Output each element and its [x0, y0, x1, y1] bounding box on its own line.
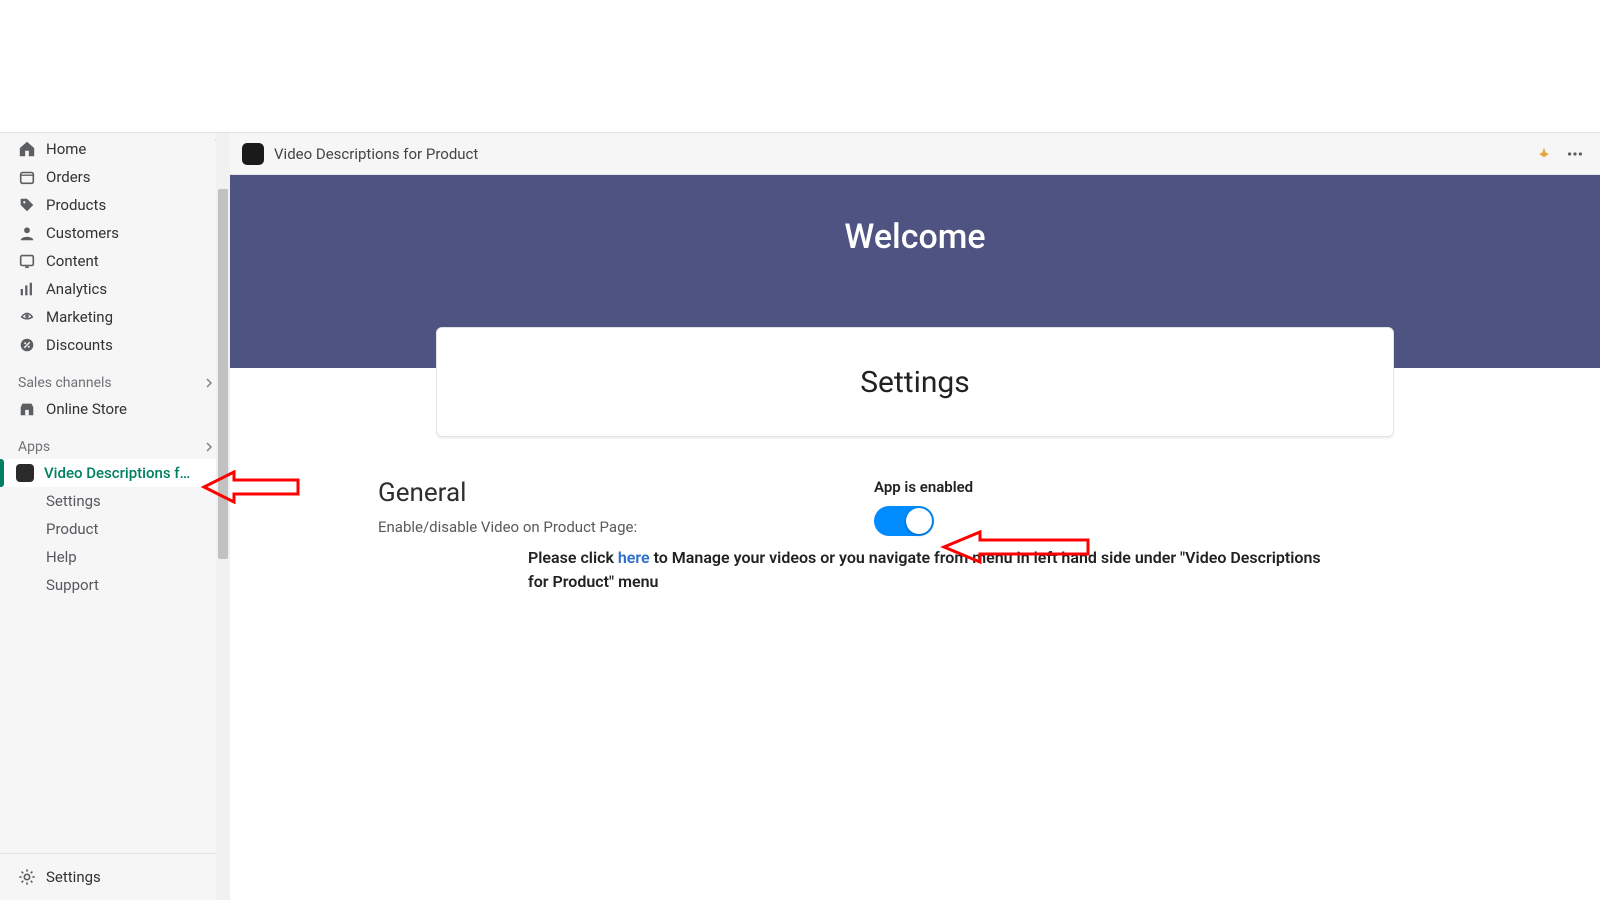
enable-toggle[interactable] — [874, 506, 934, 536]
annotation-arrow-sidebar — [200, 470, 300, 504]
general-heading: General — [378, 478, 637, 508]
customers-icon — [18, 224, 36, 242]
home-icon — [18, 140, 36, 158]
main-content: Video Descriptions for Product Welcome S… — [230, 133, 1600, 900]
more-icon[interactable] — [1566, 145, 1584, 163]
sidebar-subitem-product[interactable]: Product — [0, 515, 230, 543]
app-header-title: Video Descriptions for Product — [274, 145, 478, 163]
sidebar-item-customers[interactable]: Customers — [0, 219, 230, 247]
sidebar-item-label: Discounts — [46, 336, 113, 354]
sidebar-item-active-app[interactable]: Video Descriptions for ... — [0, 459, 230, 487]
toggle-knob — [906, 508, 932, 534]
sidebar-item-label: Marketing — [46, 308, 113, 326]
sidebar: Home Orders Products Customers — [0, 133, 230, 900]
sidebar-subitem-settings[interactable]: Settings — [0, 487, 230, 515]
orders-icon — [18, 168, 36, 186]
sidebar-section-sales-channels[interactable]: Sales channels — [0, 359, 230, 395]
sidebar-section-apps[interactable]: Apps — [0, 423, 230, 459]
discounts-icon — [18, 336, 36, 354]
sidebar-bottom-settings[interactable]: Settings — [0, 853, 230, 900]
welcome-banner: Welcome Settings — [230, 175, 1600, 368]
chevron-right-icon — [202, 376, 216, 390]
sidebar-item-home[interactable]: Home — [0, 135, 230, 163]
chevron-right-icon — [202, 440, 216, 454]
general-block: General Enable/disable Video on Product … — [378, 478, 637, 536]
app-header: Video Descriptions for Product — [230, 133, 1600, 175]
app-icon — [242, 143, 264, 165]
sidebar-item-label: Products — [46, 196, 106, 214]
sidebar-item-products[interactable]: Products — [0, 191, 230, 219]
sidebar-item-label: Content — [46, 252, 99, 270]
sidebar-item-content[interactable]: Content — [0, 247, 230, 275]
sidebar-item-label: Orders — [46, 168, 91, 186]
sidebar-item-label: Customers — [46, 224, 119, 242]
sidebar-item-marketing[interactable]: Marketing — [0, 303, 230, 331]
sidebar-item-label: Settings — [46, 868, 101, 886]
manage-videos-link[interactable]: here — [618, 548, 650, 567]
annotation-arrow-toggle — [940, 530, 1090, 564]
help-text-before: Please click — [528, 548, 618, 567]
app-status: App is enabled — [874, 478, 973, 536]
analytics-icon — [18, 280, 36, 298]
sidebar-item-discounts[interactable]: Discounts — [0, 331, 230, 359]
sidebar-item-analytics[interactable]: Analytics — [0, 275, 230, 303]
sidebar-scrollbar[interactable] — [216, 133, 230, 900]
pin-icon[interactable] — [1536, 146, 1552, 162]
content-area: General Enable/disable Video on Product … — [230, 368, 1600, 900]
sidebar-item-label: Analytics — [46, 280, 107, 298]
help-text: Please click here to Manage your videos … — [528, 546, 1328, 594]
gear-icon — [18, 868, 36, 886]
sidebar-item-label: Online Store — [46, 400, 127, 418]
products-icon — [18, 196, 36, 214]
content-icon — [18, 252, 36, 270]
sidebar-subitem-help[interactable]: Help — [0, 543, 230, 571]
sidebar-item-online-store[interactable]: Online Store — [0, 395, 230, 423]
general-description: Enable/disable Video on Product Page: — [378, 518, 637, 536]
section-label: Sales channels — [18, 375, 112, 391]
sidebar-item-orders[interactable]: Orders — [0, 163, 230, 191]
sidebar-subitem-support[interactable]: Support — [0, 571, 230, 599]
app-icon — [16, 464, 34, 482]
store-icon — [18, 400, 36, 418]
sidebar-item-label: Home — [46, 140, 86, 158]
welcome-heading: Welcome — [230, 217, 1600, 257]
sidebar-item-label: Video Descriptions for ... — [44, 464, 194, 482]
app-status-label: App is enabled — [874, 478, 973, 496]
section-label: Apps — [18, 439, 50, 455]
marketing-icon — [18, 308, 36, 326]
